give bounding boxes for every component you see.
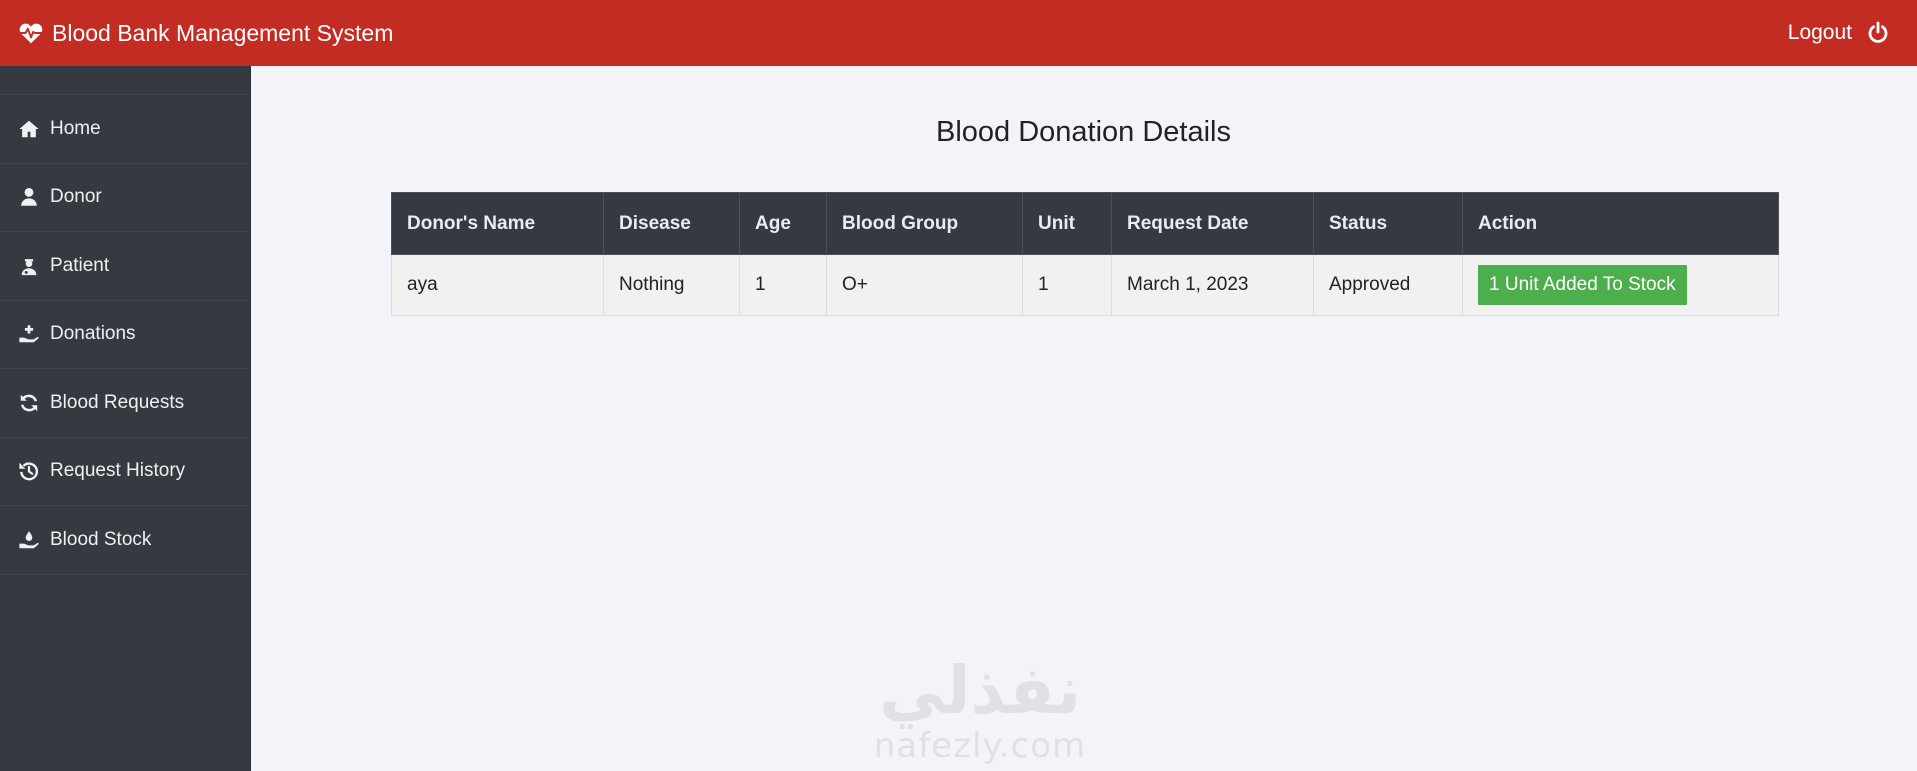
sidebar-item-donations[interactable]: Donations	[0, 301, 250, 369]
sidebar-item-label: Request History	[50, 460, 186, 482]
sidebar-item-blood-requests[interactable]: Blood Requests	[0, 369, 250, 438]
donations-table: Donor's Name Disease Age Blood Group Uni…	[391, 192, 1779, 316]
page-title: Blood Donation Details	[935, 116, 1231, 148]
cell-donor-name: aya	[391, 254, 604, 316]
sidebar-item-patient[interactable]: Patient	[0, 232, 250, 301]
sidebar-item-home[interactable]: Home	[0, 95, 250, 164]
home-icon	[19, 120, 39, 137]
watermark: نفذلي nafezly.com	[850, 652, 1110, 767]
cell-age: 1	[739, 254, 827, 316]
sidebar-item-blood-stock[interactable]: Blood Stock	[0, 506, 250, 575]
table-row: aya Nothing 1 O+ 1 March 1, 2023 Approve…	[391, 254, 1779, 316]
refresh-icon	[20, 394, 38, 412]
blood-hand-icon	[19, 531, 39, 548]
cell-blood-group: O+	[826, 254, 1023, 316]
brand[interactable]: Blood Bank Management System	[18, 17, 393, 49]
sidebar-item-donor[interactable]: Donor	[0, 164, 250, 232]
cell-status: Approved	[1313, 254, 1463, 316]
column-header-disease: Disease	[603, 192, 740, 255]
sidebar: Home Donor Patient Donations Blood Reque…	[0, 66, 251, 771]
added-to-stock-button[interactable]: 1 Unit Added To Stock	[1478, 265, 1687, 305]
sidebar-item-request-history[interactable]: Request History	[0, 438, 250, 506]
sidebar-item-label: Donor	[50, 186, 102, 208]
sidebar-item-label: Blood Requests	[50, 391, 185, 413]
cell-disease: Nothing	[603, 254, 740, 316]
donate-hand-icon	[19, 325, 39, 343]
logout-button[interactable]: Logout	[1788, 17, 1890, 49]
column-header-blood-group: Blood Group	[826, 192, 1023, 255]
column-header-status: Status	[1313, 192, 1463, 255]
column-header-donor-name: Donor's Name	[391, 192, 604, 255]
main-content: Blood Donation Details Donor's Name Dise…	[250, 66, 1917, 771]
app-title: Blood Bank Management System	[52, 19, 394, 46]
table-header-row: Donor's Name Disease Age Blood Group Uni…	[391, 192, 1779, 255]
column-header-age: Age	[739, 192, 827, 255]
column-header-request-date: Request Date	[1111, 192, 1314, 255]
column-header-unit: Unit	[1022, 192, 1112, 255]
sidebar-item-label: Donations	[50, 323, 136, 345]
history-icon	[19, 462, 39, 481]
watermark-url: nafezly.com	[873, 726, 1087, 766]
patient-icon	[21, 258, 37, 275]
heartbeat-icon	[19, 23, 43, 44]
column-header-action: Action	[1462, 192, 1779, 255]
cell-action: 1 Unit Added To Stock	[1462, 254, 1779, 316]
cell-unit: 1	[1022, 254, 1112, 316]
power-icon	[1868, 21, 1888, 43]
sidebar-spacer	[0, 66, 250, 95]
sidebar-item-label: Home	[50, 117, 101, 139]
top-navbar: Blood Bank Management System Logout	[0, 0, 1917, 66]
watermark-logo: نفذلي	[879, 652, 1081, 729]
logout-label: Logout	[1787, 21, 1852, 44]
user-icon	[21, 188, 37, 206]
sidebar-item-label: Patient	[50, 254, 110, 276]
cell-request-date: March 1, 2023	[1111, 254, 1314, 316]
sidebar-item-label: Blood Stock	[50, 528, 152, 550]
